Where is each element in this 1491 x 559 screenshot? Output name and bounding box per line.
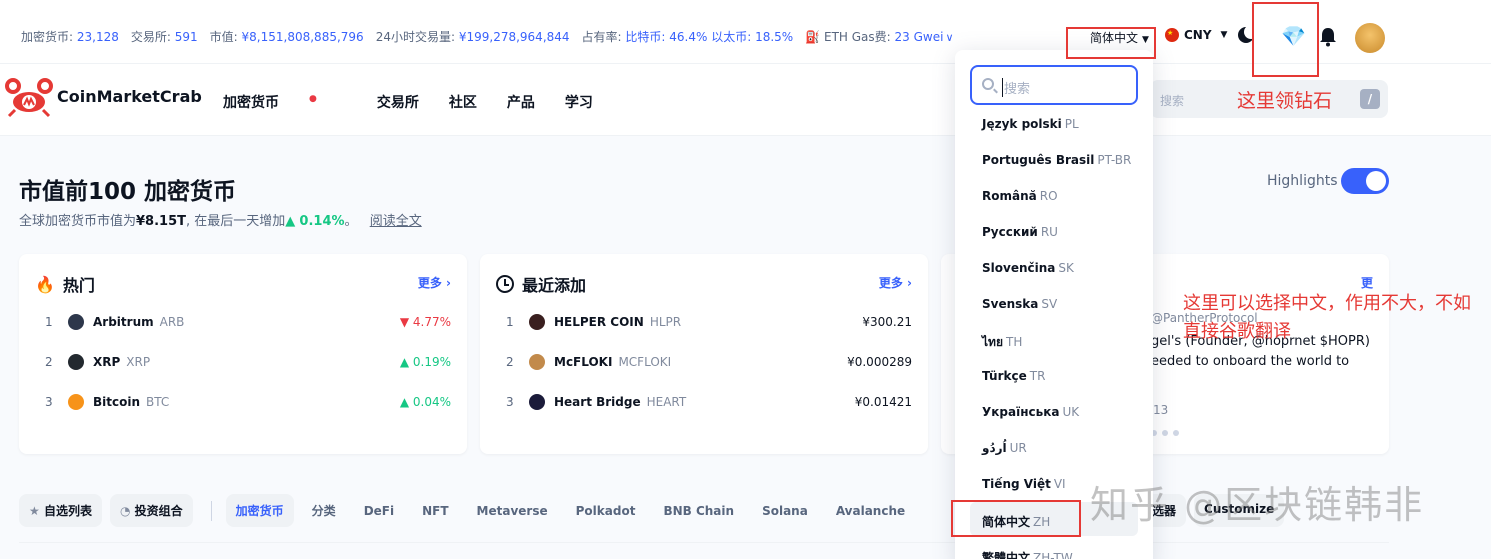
mcfloki-coin-icon — [529, 354, 545, 370]
trending-card: 🔥 热门 更多 › 1 Arbitrum ARB ▼ 4.77% 2 XRP XRP … — [19, 254, 467, 454]
annotation-box-diamond — [1252, 2, 1319, 77]
currency-selector[interactable]: CNY▼ — [1165, 28, 1227, 42]
heart-bridge-coin-icon — [529, 394, 545, 410]
page-title: 市值前100 加密货币 — [19, 179, 237, 205]
fire-icon: 🔥 — [35, 274, 55, 294]
caret-up-icon: ▲ — [285, 214, 296, 229]
helper-coin-icon — [529, 314, 545, 330]
list-item[interactable]: 3 Bitcoin BTC ▲ 0.04% — [19, 392, 467, 412]
read-more-link[interactable]: 阅读全文 — [370, 214, 422, 229]
bitcoin-coin-icon — [68, 394, 84, 410]
language-option-uk[interactable]: Українська UK — [982, 405, 1079, 419]
annotation-language-note: 这里可以选择中文，作用不大，不如直接谷歌翻译 — [1183, 293, 1471, 342]
recent-more-link[interactable]: 更多 › — [879, 274, 912, 291]
tab-metaverse[interactable]: Metaverse — [467, 496, 558, 526]
tab-bnb-chain[interactable]: BNB Chain — [653, 496, 744, 526]
language-option-pl[interactable]: Język polski PL — [982, 117, 1079, 131]
list-item[interactable]: 1 HELPER COIN HLPR ¥300.21 — [480, 312, 928, 332]
list-item[interactable]: 3 Heart Bridge HEART ¥0.01421 — [480, 392, 928, 412]
annotation-box-zh-option — [951, 500, 1081, 537]
list-item[interactable]: 2 McFLOKI MCFLOKI ¥0.000289 — [480, 352, 928, 372]
tab-nft[interactable]: NFT — [412, 496, 458, 526]
community-more-link[interactable]: 更 — [1361, 274, 1373, 291]
news-time: 13 — [1153, 403, 1169, 417]
global-stats: 加密货币: 23,128 交易所: 591 市值: ¥8,151,808,885… — [21, 28, 966, 45]
recently-added-card: 最近添加 更多 › 1 HELPER COIN HLPR ¥300.21 2 Mc… — [480, 254, 928, 454]
logo[interactable]: CoinMarketCrab — [5, 74, 202, 118]
highlights-toggle[interactable] — [1341, 168, 1389, 194]
category-tabs: ★ 自选列表 ◔ 投资组合 加密货币 分类 DeFi NFT Metaverse… — [19, 494, 923, 527]
language-option-pt-br[interactable]: Português Brasil PT-BR — [982, 153, 1131, 167]
annotation-diamond-note: 这里领钻石 — [1237, 90, 1333, 112]
language-option-vi[interactable]: Tiếng Việt VI — [982, 477, 1066, 491]
tab-solana[interactable]: Solana — [752, 496, 818, 526]
page-subtitle: 全球加密货币市值为¥8.15T, 在最后一天增加▲ 0.14%。 阅读全文 — [19, 214, 422, 229]
carousel-dots[interactable] — [1151, 430, 1179, 436]
tab-portfolio[interactable]: ◔ 投资组合 — [109, 494, 193, 527]
stat-cryptos[interactable]: 加密货币: 23,128 — [21, 28, 119, 45]
tab-cryptocurrencies[interactable]: 加密货币 — [225, 494, 294, 527]
language-option-sv[interactable]: Svenska SV — [982, 297, 1057, 311]
language-option-ur[interactable]: اُردُو UR — [982, 441, 1027, 455]
caret-down-icon: ▼ — [399, 315, 410, 329]
avatar[interactable] — [1355, 23, 1385, 53]
tab-defi[interactable]: DeFi — [354, 496, 404, 526]
nav-exchanges[interactable]: 交易所 — [377, 92, 419, 112]
stat-exchanges[interactable]: 交易所: 591 — [131, 28, 198, 45]
caret-up-icon: ▲ — [399, 395, 410, 409]
watermark: 知乎 @区块链韩非 — [1090, 483, 1425, 527]
tab-polkadot[interactable]: Polkadot — [566, 496, 646, 526]
language-option-tr[interactable]: Türkçe TR — [982, 369, 1045, 383]
tab-watchlist[interactable]: ★ 自选列表 — [19, 494, 102, 527]
list-item[interactable]: 2 XRP XRP ▲ 0.19% — [19, 352, 467, 372]
list-item[interactable]: 1 Arbitrum ARB ▼ 4.77% — [19, 312, 467, 332]
nav-links: 加密货币 ● 交易所 社区 产品 学习 — [223, 92, 623, 112]
bell-icon[interactable] — [1319, 27, 1337, 47]
language-option-ro[interactable]: Română RO — [982, 189, 1058, 203]
nav-community[interactable]: 社区 — [449, 92, 477, 112]
arbitrum-coin-icon — [68, 314, 84, 330]
trending-more-link[interactable]: 更多 › — [418, 274, 451, 291]
caret-down-icon: ▼ — [1220, 30, 1228, 40]
nav-products[interactable]: 产品 — [507, 92, 535, 112]
nav-learn[interactable]: 学习 — [565, 92, 593, 112]
stat-dominance[interactable]: 占有率: 比特币: 46.4% 以太币: 18.5% — [582, 28, 794, 45]
search-shortcut-badge: / — [1360, 89, 1380, 109]
divider — [19, 542, 1389, 543]
language-option-sk[interactable]: Slovenčina SK — [982, 261, 1074, 275]
search-icon — [982, 78, 994, 90]
china-flag-icon — [1165, 28, 1179, 42]
gas-pump-icon: ⛽ — [805, 30, 821, 44]
card-title: 热门 — [62, 276, 95, 295]
caret-up-icon: ▲ — [399, 355, 410, 369]
crab-logo-icon — [5, 78, 53, 118]
tab-avalanche[interactable]: Avalanche — [826, 496, 915, 526]
chevron-right-icon: › — [907, 276, 912, 290]
stat-marketcap[interactable]: 市值: ¥8,151,808,885,796 — [210, 28, 364, 45]
stat-volume[interactable]: 24小时交易量: ¥199,278,964,844 — [376, 28, 570, 45]
language-option-zh-tw[interactable]: 繁體中文 ZH-TW — [982, 549, 1073, 559]
tab-categories[interactable]: 分类 — [302, 494, 346, 527]
chevron-right-icon: › — [446, 276, 451, 290]
language-option-ru[interactable]: Русский RU — [982, 225, 1058, 239]
divider — [210, 500, 212, 521]
nav-cryptocurrencies[interactable]: 加密货币 ● — [223, 92, 347, 112]
language-search-input[interactable]: 搜索 — [970, 65, 1138, 105]
pie-chart-icon: ◔ — [119, 504, 131, 518]
xrp-coin-icon — [68, 354, 84, 370]
red-dot-icon: ● — [309, 94, 317, 105]
card-title: 最近添加 — [522, 276, 587, 295]
language-option-th[interactable]: ไทย TH — [982, 333, 1022, 352]
star-icon: ★ — [29, 504, 40, 518]
stat-gas[interactable]: ⛽ ETH Gas费: 23 Gwei ∨ — [805, 28, 953, 45]
news-line: eeded to onboard the world to — [1151, 354, 1350, 369]
highlights-label: Highlights — [1267, 173, 1338, 189]
chevron-down-icon: ∨ — [945, 31, 954, 44]
clock-icon — [496, 275, 514, 293]
annotation-box-language — [1066, 27, 1156, 59]
